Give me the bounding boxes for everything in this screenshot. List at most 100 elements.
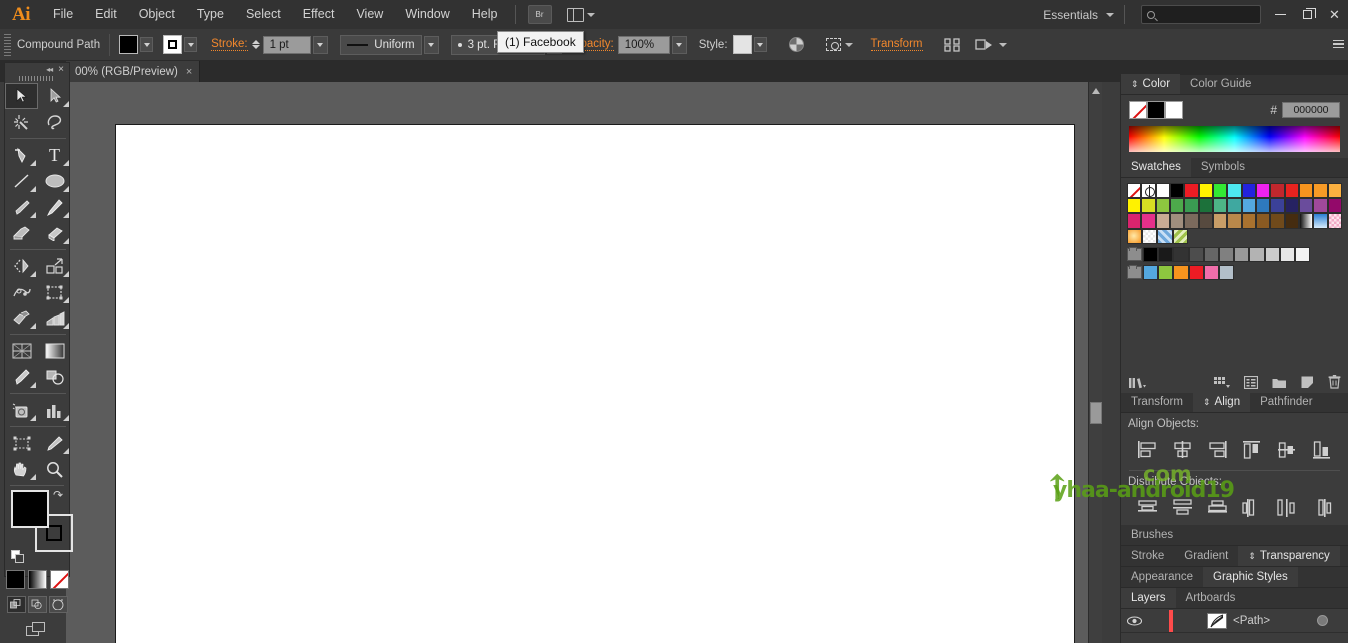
horizontal-distribute-left-icon[interactable] [1234,495,1269,519]
swatch[interactable] [1173,264,1189,281]
fill-dropdown-button[interactable] [140,37,154,52]
swatch-none[interactable] [1127,183,1142,199]
canvas-area[interactable] [66,82,1102,643]
swatch[interactable] [1158,264,1174,281]
eyedropper-tool[interactable] [5,364,38,390]
fill-swatch[interactable] [119,35,139,54]
swap-fill-stroke-icon[interactable]: ↷ [53,488,63,502]
graphic-style-swatch[interactable] [732,35,752,54]
tab-gradient[interactable]: Gradient [1174,546,1238,566]
tools-panel-grip[interactable] [19,76,55,81]
stroke-profile-select[interactable]: Uniform [339,34,422,55]
screen-mode-button[interactable] [5,622,69,638]
opacity-dropdown[interactable] [671,35,687,54]
swatch[interactable] [1143,246,1159,262]
swatch-gradient[interactable] [1127,228,1143,244]
arrange-documents-button[interactable] [564,6,598,24]
horizontal-align-right-icon[interactable] [1200,437,1235,461]
vertical-distribute-center-icon[interactable] [1165,495,1200,519]
swatch-gradient[interactable] [1298,213,1314,229]
tab-layers[interactable]: Layers [1121,588,1176,608]
swatch[interactable] [1143,264,1159,281]
swatch[interactable] [1127,198,1142,214]
swatch[interactable] [1212,183,1228,199]
tab-align[interactable]: ⇕ Align [1192,392,1251,412]
close-button[interactable]: ✕ [1321,5,1348,25]
select-similar-button[interactable] [825,38,853,51]
stroke-weight-input[interactable]: 1 pt [262,35,311,54]
default-fill-stroke-icon[interactable] [11,550,25,564]
swatch[interactable] [1298,183,1314,199]
swatch[interactable] [1127,213,1142,229]
swatch[interactable] [1169,198,1185,214]
show-swatch-kinds-icon[interactable] [1214,376,1231,389]
menu-file[interactable]: File [42,0,84,29]
magic-wand-tool[interactable] [5,109,38,135]
layer-target-icon[interactable] [1317,615,1328,626]
color-button[interactable] [5,570,25,589]
mesh-tool[interactable] [5,338,38,364]
swatch[interactable] [1264,246,1280,262]
document-tab[interactable]: 00% (RGB/Preview) × [66,61,201,82]
control-bar-grip[interactable] [4,33,11,56]
swatch[interactable] [1227,183,1242,199]
close-icon[interactable]: × [58,64,64,75]
draw-normal-button[interactable] [6,596,26,613]
draw-behind-button[interactable] [27,596,47,613]
swatch[interactable] [1313,198,1328,214]
workspace-switcher[interactable]: Essentials [1043,8,1118,22]
swatch[interactable] [1241,213,1256,229]
draw-inside-button[interactable] [48,596,68,613]
folder-icon[interactable] [1127,246,1142,261]
stroke-color-control[interactable] [163,35,198,54]
bridge-icon[interactable]: Br [527,5,552,24]
swatch[interactable] [1327,183,1342,199]
folder-icon[interactable] [1127,265,1142,280]
layers-row[interactable]: <Path> [1121,609,1348,633]
swatch[interactable] [1270,198,1285,214]
artboard-tool[interactable] [5,430,38,456]
swatch[interactable] [1294,246,1311,262]
pen-tool[interactable] [5,142,38,168]
free-transform-tool[interactable] [38,279,71,305]
swatch[interactable] [1313,183,1328,199]
horizontal-distribute-center-icon[interactable] [1269,495,1304,519]
swatch[interactable] [1249,246,1265,262]
swatch[interactable] [1255,213,1271,229]
white-swatch[interactable] [1165,101,1183,119]
line-segment-tool[interactable] [5,168,38,194]
vertical-align-bottom-icon[interactable] [1304,437,1339,461]
menu-object[interactable]: Object [128,0,186,29]
tab-color-guide[interactable]: Color Guide [1180,74,1261,94]
new-swatch-icon[interactable] [1301,376,1314,389]
swatch[interactable] [1270,213,1285,229]
swatch[interactable] [1169,213,1185,229]
new-color-group-icon[interactable] [1272,376,1287,389]
paintbrush-tool[interactable] [5,194,38,220]
restore-button[interactable] [1294,5,1321,25]
stroke-weight-dropdown[interactable] [312,35,328,54]
swatch[interactable] [1327,198,1342,214]
pencil-tool[interactable] [38,194,71,220]
swatch-pattern[interactable] [1172,228,1188,244]
swatch[interactable] [1218,246,1235,262]
horizontal-align-left-icon[interactable] [1130,437,1165,461]
swatch[interactable] [1284,198,1299,214]
swatch[interactable] [1227,198,1242,214]
perspective-grid-tool[interactable] [38,305,71,331]
transform-link[interactable]: Transform [870,38,923,51]
gradient-tool[interactable] [38,338,71,364]
horizontal-distribute-right-icon[interactable] [1304,495,1339,519]
menu-help[interactable]: Help [461,0,509,29]
swatch[interactable] [1198,198,1213,214]
swatch[interactable] [1169,183,1185,199]
swatch[interactable] [1184,198,1199,214]
tab-transparency[interactable]: ⇕ Transparency [1238,546,1340,566]
swatch[interactable] [1284,213,1299,229]
swatch[interactable] [1284,183,1299,199]
swatch[interactable] [1279,246,1295,262]
swatch[interactable] [1141,213,1156,229]
zoom-tool[interactable] [38,456,71,482]
delete-swatch-icon[interactable] [1328,375,1341,389]
swatch-gradient[interactable] [1313,213,1328,229]
